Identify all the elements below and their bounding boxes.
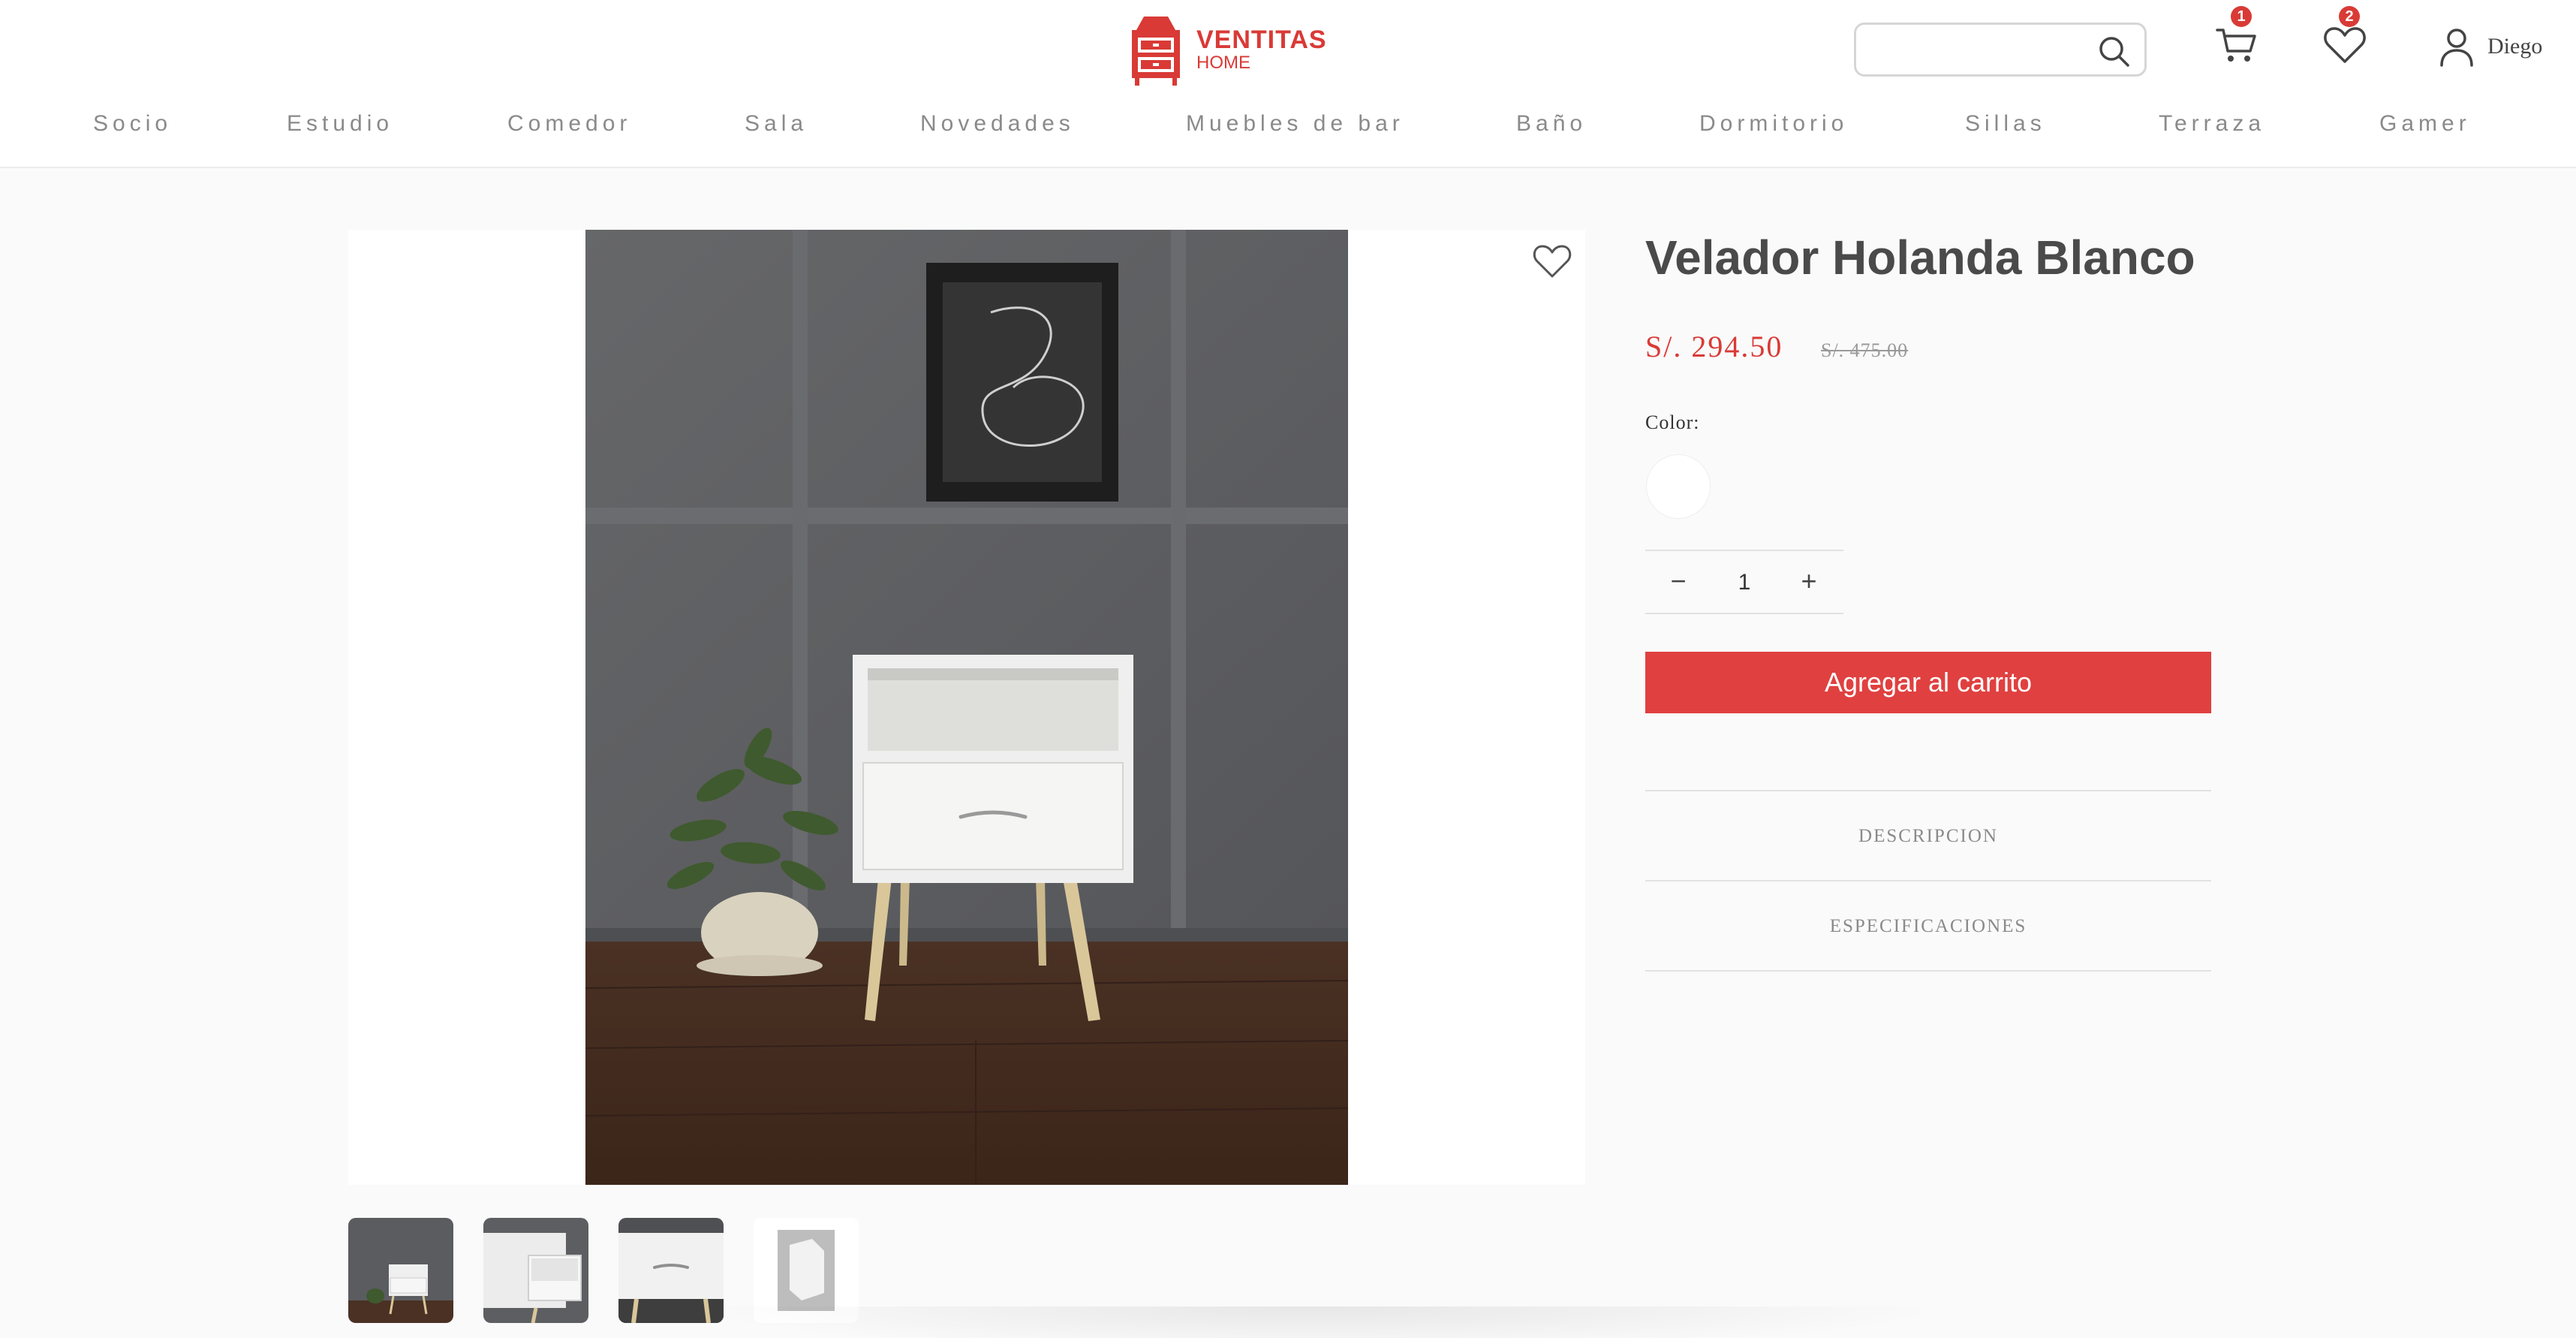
logo-icon [1132,17,1180,86]
quantity-stepper: − 1 + [1645,550,1843,614]
thumbnail-drawer-detail[interactable] [483,1218,588,1323]
site-header: VENTITAS HOME 1 2 Diego Socio Estudio Co… [0,0,2576,168]
quantity-increase-button[interactable]: + [1792,566,1825,599]
accordion-description[interactable]: DESCRIPCION [1645,790,2211,880]
nightstand-photo [585,230,1348,1185]
cart-count-badge: 1 [2231,6,2252,27]
accordion-description-label: DESCRIPCION [1858,826,1998,846]
wishlist-count-badge: 2 [2339,6,2360,27]
quantity-value[interactable]: 1 [1722,566,1767,599]
search-box[interactable] [1854,23,2147,77]
cart-button[interactable]: 1 [2214,6,2259,68]
cart-icon [2216,29,2256,62]
nav-item-sillas[interactable]: Sillas [1965,111,2046,137]
add-to-cart-button[interactable]: Agregar al carrito [1645,652,2211,713]
search-input[interactable] [1868,32,2093,67]
nav-item-sala[interactable]: Sala [745,111,808,137]
product-main-image[interactable] [585,230,1348,1185]
product-old-price: S/. 475.00 [1821,339,1909,361]
favorite-heart-icon[interactable] [1531,240,1573,282]
user-account[interactable]: Diego [2438,24,2542,69]
nav-item-gamer[interactable]: Gamer [2379,111,2471,137]
accordion-specifications-label: ESPECIFICACIONES [1829,916,2027,936]
logo-subtitle: HOME [1196,53,1250,73]
logo-brand: VENTITAS [1196,26,1327,54]
logo[interactable]: VENTITAS HOME [1129,12,1327,87]
category-nav: Socio Estudio Comedor Sala Novedades Mue… [0,111,2576,149]
nav-item-estudio[interactable]: Estudio [287,111,393,137]
product-image-frame [348,230,1585,1185]
search-icon[interactable] [2098,35,2131,68]
wishlist-button[interactable]: 2 [2322,6,2367,68]
nav-item-muebles-de-bar[interactable]: Muebles de bar [1186,111,1404,137]
thumbnail-front-view[interactable] [348,1218,453,1323]
nav-item-socio[interactable]: Socio [93,111,172,137]
divider [1645,970,2211,972]
product-title: Velador Holanda Blanco [1645,231,2195,285]
nav-item-novedades[interactable]: Novedades [920,111,1075,137]
heart-icon [2324,27,2366,63]
nav-item-bano[interactable]: Baño [1516,111,1587,137]
user-icon [2440,29,2473,67]
nav-item-dormitorio[interactable]: Dormitorio [1699,111,1848,137]
color-swatch-white[interactable] [1647,455,1710,518]
accordion-specifications[interactable]: ESPECIFICACIONES [1645,880,2211,970]
color-label: Color: [1645,411,1700,433]
user-name: Diego [2487,34,2543,59]
product-price: S/. 294.50 [1645,330,1783,363]
nav-item-terraza[interactable]: Terraza [2159,111,2265,137]
shadow-overlay [676,1306,1952,1338]
nav-item-comedor[interactable]: Comedor [507,111,631,137]
quantity-decrease-button[interactable]: − [1662,566,1695,599]
